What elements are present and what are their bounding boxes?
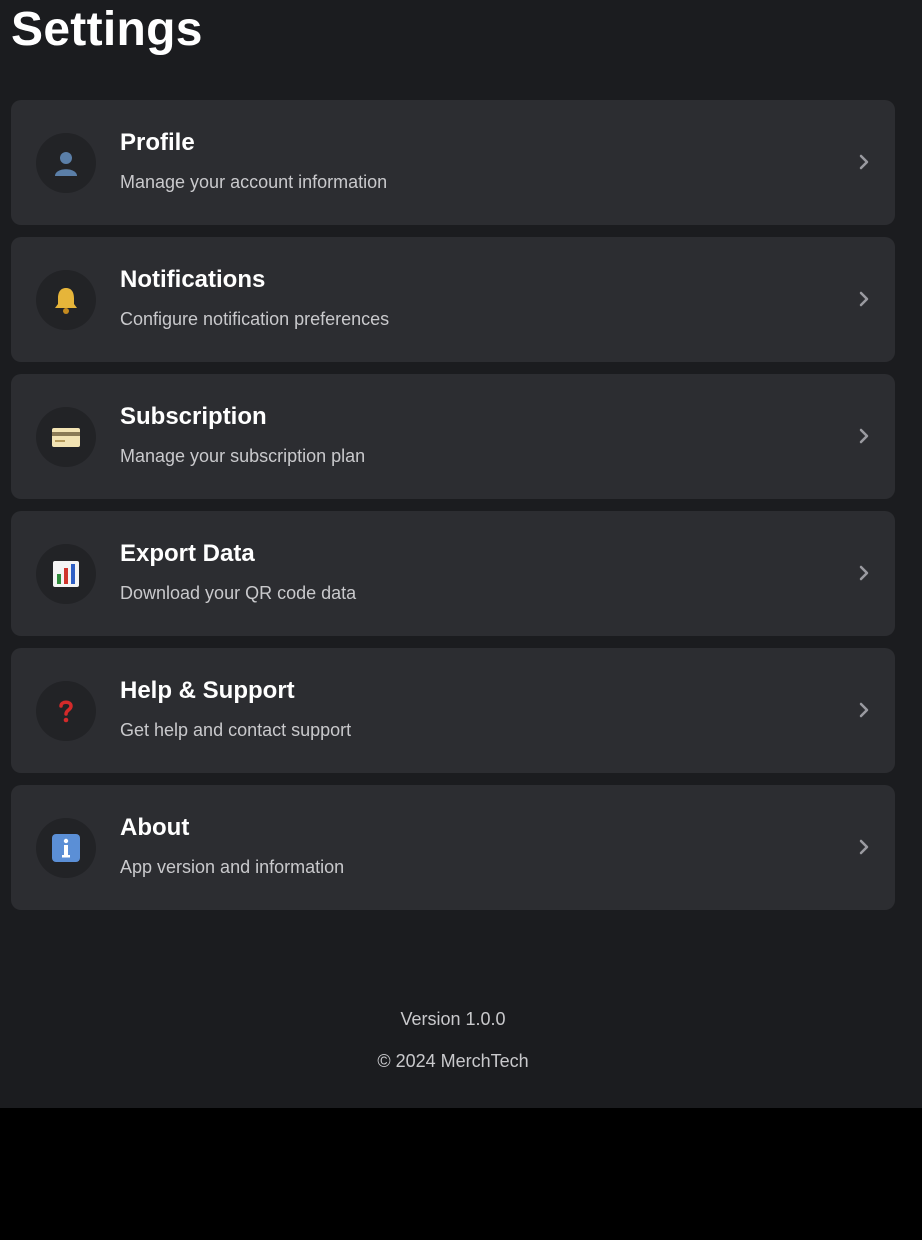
copyright-text: © 2024 MerchTech [377,1051,529,1071]
bar-chart-icon [53,561,79,587]
settings-screen: Settings Profile Manage your account inf… [0,0,922,1108]
chevron-right-icon [859,154,869,170]
settings-item-subscription[interactable]: Subscription Manage your subscription pl… [11,374,895,499]
settings-item-title: About [120,814,190,841]
chevron-right-icon [859,702,869,718]
settings-item-about[interactable]: About App version and information [11,785,895,910]
version-text: Version 1.0.0 [400,1009,506,1029]
settings-item-subtitle: Manage your subscription plan [120,446,366,466]
chevron-right-icon [859,565,869,581]
icon-container [36,681,96,741]
page-title: Settings [11,3,203,56]
bell-icon [55,288,77,314]
settings-item-title: Notifications [120,266,266,293]
settings-item-help-support[interactable]: Help & Support Get help and contact supp… [11,648,895,773]
settings-item-subtitle: App version and information [120,857,345,877]
icon-container [36,407,96,467]
settings-item-profile[interactable]: Profile Manage your account information [11,100,895,225]
user-icon [55,152,77,176]
chevron-right-icon [859,291,869,307]
settings-item-subtitle: Download your QR code data [120,583,357,603]
settings-item-title: Help & Support [120,677,295,704]
icon-container [36,270,96,330]
icon-container [36,544,96,604]
credit-card-icon [52,428,80,447]
settings-item-title: Subscription [120,403,267,430]
settings-item-title: Profile [120,129,195,156]
settings-item-notifications[interactable]: Notifications Configure notification pre… [11,237,895,362]
settings-item-subtitle: Get help and contact support [120,720,352,740]
icon-container [36,133,96,193]
settings-item-subtitle: Configure notification preferences [120,309,390,329]
settings-item-title: Export Data [120,540,255,567]
chevron-right-icon [859,839,869,855]
settings-item-subtitle: Manage your account information [120,172,388,192]
info-icon [52,834,80,862]
settings-list: Profile Manage your account information … [11,100,895,922]
icon-container [36,818,96,878]
question-mark-icon [59,700,73,723]
settings-item-export-data[interactable]: Export Data Download your QR code data [11,511,895,636]
chevron-right-icon [859,428,869,444]
